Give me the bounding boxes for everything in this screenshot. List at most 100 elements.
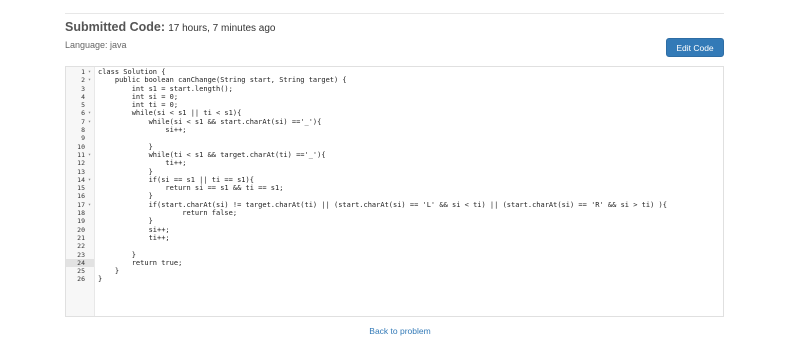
code-line: 6 ▾ while(si < s1 || ti < s1){ (66, 109, 723, 117)
line-number-cell: 9 (66, 134, 94, 142)
code-text: ti++; (98, 159, 187, 168)
code-text: } (98, 275, 103, 284)
fold-arrow-icon[interactable]: ▾ (88, 76, 91, 84)
line-number: 16 (77, 192, 85, 201)
line-number: 3 (81, 84, 85, 93)
line-number-cell: 26 (66, 275, 94, 283)
code-text: } (98, 142, 153, 151)
line-number-cell: 14 ▾ (66, 176, 94, 184)
line-number-cell: 8 (66, 126, 94, 134)
code-line: 26} (66, 275, 723, 283)
code-line: 16 } (66, 192, 723, 200)
code-viewer[interactable]: 1 ▾ class Solution {2 ▾ public boolean canC… (65, 66, 724, 317)
line-number: 22 (77, 242, 85, 251)
submitted-code-label: Submitted Code: (65, 20, 165, 34)
line-number: 19 (77, 217, 85, 226)
code-line: 3 int s1 = start.length(); (66, 85, 723, 93)
line-number-cell: 11 ▾ (66, 151, 94, 159)
line-number: 8 (81, 126, 85, 135)
code-text: if(start.charAt(si) != target.charAt(ti)… (98, 200, 667, 209)
code-line: 12 ti++; (66, 159, 723, 167)
edit-code-button[interactable]: Edit Code (666, 38, 724, 57)
code-line: 8 si++; (66, 126, 723, 134)
code-text: if(si == s1 || ti == s1){ (98, 175, 254, 184)
code-text: public boolean canChange(String start, S… (98, 76, 347, 85)
line-number: 23 (77, 250, 85, 259)
code-text: return si == s1 && ti == s1; (98, 184, 284, 193)
line-number-cell: 23 (66, 251, 94, 259)
line-number-cell: 20 (66, 226, 94, 234)
code-text: ti++; (98, 233, 170, 242)
code-line: 20 si++; (66, 226, 723, 234)
code-line: 18 return false; (66, 209, 723, 217)
line-number: 10 (77, 142, 85, 151)
line-number-cell: 17 ▾ (66, 201, 94, 209)
line-number-cell: 19 (66, 217, 94, 225)
fold-arrow-icon[interactable]: ▾ (88, 176, 91, 184)
code-line: 9 (66, 134, 723, 142)
line-number-cell: 1 ▾ (66, 68, 94, 76)
fold-arrow-icon[interactable]: ▾ (88, 118, 91, 126)
code-text: si++; (98, 126, 187, 135)
line-number: 11 (77, 150, 85, 159)
line-number: 14 (77, 175, 85, 184)
line-number-cell: 2 ▾ (66, 76, 94, 84)
code-line: 1 ▾ class Solution { (66, 68, 723, 76)
code-line: 23 } (66, 251, 723, 259)
code-text: } (98, 217, 153, 226)
line-number: 17 (77, 200, 85, 209)
fold-arrow-icon[interactable]: ▾ (88, 151, 91, 159)
code-line: 21 ti++; (66, 234, 723, 242)
line-number-cell: 21 (66, 234, 94, 242)
line-number-cell: 13 (66, 168, 94, 176)
line-number-cell: 15 (66, 184, 94, 192)
fold-arrow-icon[interactable]: ▾ (88, 68, 91, 76)
line-number-cell: 3 (66, 85, 94, 93)
code-text: int s1 = start.length(); (98, 84, 233, 93)
line-number: 13 (77, 167, 85, 176)
back-to-problem-link[interactable]: Back to problem (0, 326, 800, 336)
line-number: 25 (77, 267, 85, 276)
code-text: int si = 0; (98, 92, 179, 101)
top-divider (65, 13, 724, 14)
code-line: 25 } (66, 267, 723, 275)
code-text: return true; (98, 258, 183, 267)
line-number-cell: 12 (66, 159, 94, 167)
language-label: Language: java (65, 40, 127, 50)
line-number: 24 (77, 258, 85, 267)
code-text: return false; (98, 209, 238, 218)
line-number: 6 (81, 109, 85, 118)
line-number: 21 (77, 233, 85, 242)
line-number: 4 (81, 92, 85, 101)
line-number: 18 (77, 209, 85, 218)
code-line: 5 int ti = 0; (66, 101, 723, 109)
line-number-cell: 5 (66, 101, 94, 109)
line-number: 5 (81, 101, 85, 110)
line-number-cell: 6 ▾ (66, 109, 94, 117)
code-line: 10 } (66, 143, 723, 151)
line-number: 2 (81, 76, 85, 85)
line-number-cell: 7 ▾ (66, 118, 94, 126)
code-line: 19 } (66, 217, 723, 225)
line-number: 7 (81, 117, 85, 126)
code-text: while(si < s1 && start.charAt(si) =='_')… (98, 117, 322, 126)
fold-arrow-icon[interactable]: ▾ (88, 109, 91, 117)
line-number-cell: 22 (66, 242, 94, 250)
fold-arrow-icon[interactable]: ▾ (88, 201, 91, 209)
line-number: 1 (81, 68, 85, 76)
line-number-cell: 16 (66, 192, 94, 200)
code-line: 24 return true; (66, 258, 723, 268)
line-number: 20 (77, 225, 85, 234)
submission-info: Submitted Code: 17 hours, 7 minutes ago (65, 20, 276, 34)
code-text: while(si < s1 || ti < s1){ (98, 109, 242, 118)
line-number: 9 (81, 134, 85, 143)
line-number-cell: 10 (66, 143, 94, 151)
code-line: 15 return si == s1 && ti == s1; (66, 184, 723, 192)
line-number-cell: 4 (66, 93, 94, 101)
code-line: 4 int si = 0; (66, 93, 723, 101)
submitted-time: 17 hours, 7 minutes ago (168, 23, 276, 34)
code-line: 14 ▾ if(si == s1 || ti == s1){ (66, 176, 723, 184)
code-text: si++; (98, 225, 170, 234)
line-number-cell: 18 (66, 209, 94, 217)
code-lines: 1 ▾ class Solution {2 ▾ public boolean canC… (66, 68, 723, 284)
